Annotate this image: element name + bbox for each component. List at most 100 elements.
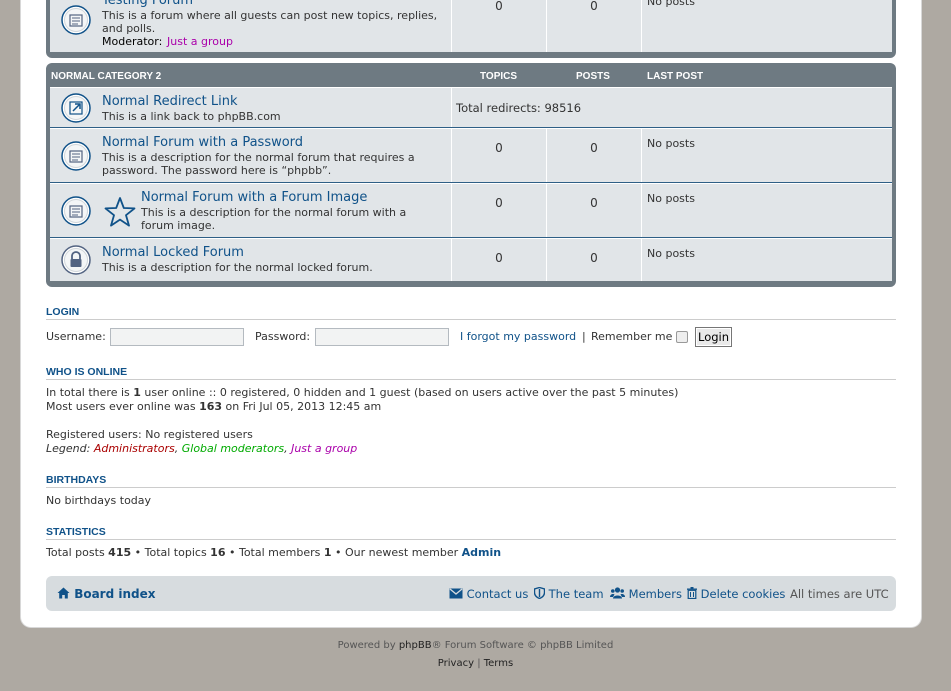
forum-description: This is a forum where all guests can pos… <box>102 9 438 22</box>
posts-count: 0 <box>590 0 598 13</box>
last-post: No posts <box>647 247 695 260</box>
topics-count: 0 <box>495 141 503 155</box>
birthdays-heading: BIRTHDAYS <box>46 474 896 488</box>
contact-us-link[interactable]: Contact us <box>449 587 528 601</box>
password-label: Password: <box>255 330 311 343</box>
last-post: No posts <box>647 192 695 205</box>
forum-description-line2: and polls. <box>102 22 156 35</box>
category-title[interactable]: NORMAL CATEGORY 2 <box>51 71 161 82</box>
forum-image-star-icon <box>104 197 136 227</box>
trash-icon <box>687 587 697 600</box>
password-input[interactable] <box>315 328 449 346</box>
online-text: Most users ever online was <box>46 400 200 413</box>
legend-comma: , <box>174 442 179 455</box>
online-count: 1 <box>133 386 141 399</box>
footer-links: Privacy | Terms <box>0 658 951 669</box>
online-text: user online :: 0 registered, 0 hidden an… <box>140 386 679 399</box>
forum-description-line2: password. The password here is “phpbb”. <box>102 164 332 177</box>
forum-title-link[interactable]: Normal Redirect Link <box>102 94 238 109</box>
total-topics: 16 <box>210 546 226 559</box>
stat-label: Total posts <box>46 546 109 559</box>
members-link[interactable]: Members <box>610 587 682 601</box>
who-is-online-heading[interactable]: WHO IS ONLINE <box>46 366 896 380</box>
online-text: In total there is <box>46 386 134 399</box>
forum-row-image[interactable]: Normal Forum with a Forum Image This is … <box>50 183 892 238</box>
home-icon <box>57 587 70 599</box>
login-separator: | <box>582 330 586 343</box>
posts-count: 0 <box>590 141 598 155</box>
posts-count: 0 <box>590 196 598 210</box>
forum-title-link[interactable]: Normal Forum with a Forum Image <box>141 190 367 205</box>
total-members: 1 <box>323 546 332 559</box>
envelope-icon <box>449 588 463 599</box>
newest-member-link[interactable]: Admin <box>462 546 501 559</box>
last-post: No posts <box>647 137 695 150</box>
powered-by: Powered by phpBB® Forum Software © phpBB… <box>0 640 951 651</box>
privacy-link[interactable]: Privacy <box>438 658 474 669</box>
board-index-label: Board index <box>74 587 156 601</box>
legend-administrators[interactable]: Administrators <box>94 442 175 455</box>
forum-row-redirect[interactable]: Normal Redirect Link This is a link back… <box>50 87 892 128</box>
username-input[interactable] <box>110 328 244 346</box>
delete-cookies-link[interactable]: Delete cookies <box>687 587 785 601</box>
legend-just-a-group[interactable]: Just a group <box>291 442 357 455</box>
forum-read-icon <box>61 196 91 226</box>
stat-label: • Total members <box>225 546 324 559</box>
forum-block-top: Testing Forum This is a forum where all … <box>46 0 896 58</box>
login-heading: LOGIN <box>46 306 896 320</box>
moderator-label: Moderator: <box>102 35 163 48</box>
statistics-heading: STATISTICS <box>46 526 896 540</box>
topics-count: 0 <box>495 251 503 265</box>
statistics-line: Total posts 415 • Total topics 16 • Tota… <box>46 546 501 559</box>
col-lastpost-header: LAST POST <box>647 71 704 82</box>
forum-description: This is a link back to phpBB.com <box>102 110 281 123</box>
users-icon <box>610 587 625 599</box>
online-text: on Fri Jul 05, 2013 12:45 am <box>222 400 382 413</box>
forum-title-link[interactable]: Normal Forum with a Password <box>102 135 303 150</box>
topics-count: 0 <box>495 0 503 13</box>
remember-me-label[interactable]: Remember me <box>591 330 672 343</box>
legend: Legend: Administrators, Global moderator… <box>46 442 357 455</box>
the-team-link[interactable]: The team <box>533 586 604 601</box>
forum-row-testing[interactable]: Testing Forum This is a forum where all … <box>50 0 892 52</box>
birthdays-text: No birthdays today <box>46 494 152 507</box>
username-label: Username: <box>46 330 106 343</box>
forum-row-password[interactable]: Normal Forum with a Password This is a d… <box>50 128 892 183</box>
posts-count: 0 <box>590 251 598 265</box>
remember-me-checkbox[interactable] <box>676 331 688 343</box>
forum-read-icon <box>61 5 91 35</box>
lock-icon <box>61 245 91 275</box>
topics-count: 0 <box>495 196 503 210</box>
registered-users: Registered users: No registered users <box>46 428 253 441</box>
the-team-label: The team <box>548 587 604 601</box>
col-topics-header: TOPICS <box>480 71 518 82</box>
forum-title-link[interactable]: Normal Locked Forum <box>102 245 244 260</box>
forum-description: This is a description for the normal for… <box>141 206 407 219</box>
forgot-password-link[interactable]: I forgot my password <box>460 330 576 343</box>
forum-title-link[interactable]: Testing Forum <box>102 0 193 8</box>
footer-navbar: Board index Contact us The team Members <box>46 576 896 611</box>
last-post: No posts <box>647 0 695 8</box>
phpbb-link[interactable]: phpBB <box>399 640 432 651</box>
redirect-link-icon <box>61 93 91 123</box>
legend-label: Legend: <box>46 442 91 455</box>
footer-separator: | <box>477 658 481 669</box>
powered-by-text: ® Forum Software © phpBB Limited <box>431 640 614 651</box>
category-header: NORMAL CATEGORY 2 TOPICS POSTS LAST POST <box>50 63 892 87</box>
board-index-link[interactable]: Board index <box>57 587 156 601</box>
login-button[interactable]: Login <box>695 327 732 347</box>
legend-comma: , <box>284 442 288 455</box>
col-posts-header: POSTS <box>576 71 610 82</box>
record-count: 163 <box>199 400 223 413</box>
terms-link[interactable]: Terms <box>484 658 513 669</box>
members-label: Members <box>628 587 682 601</box>
online-record-line: Most users ever online was 163 on Fri Ju… <box>46 400 381 413</box>
legend-global-moderators[interactable]: Global moderators <box>182 442 284 455</box>
moderator-link[interactable]: Just a group <box>167 35 233 48</box>
contact-us-label: Contact us <box>466 587 529 601</box>
total-posts: 415 <box>108 546 132 559</box>
forum-description-line2: forum image. <box>141 219 216 232</box>
forum-description: This is a description for the normal for… <box>102 151 415 164</box>
forum-row-locked[interactable]: Normal Locked Forum This is a descriptio… <box>50 238 892 281</box>
category-block: NORMAL CATEGORY 2 TOPICS POSTS LAST POST… <box>46 63 896 287</box>
